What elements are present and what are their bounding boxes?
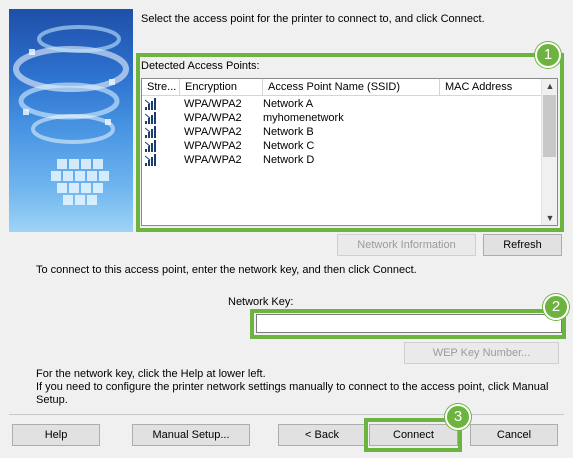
callout-badge-1: 1 [535, 42, 561, 68]
callout-badge-2: 2 [543, 294, 569, 320]
cancel-button[interactable]: Cancel [470, 424, 558, 446]
network-key-label: Network Key: [228, 296, 294, 308]
help-note-line-2: If you need to configure the printer net… [36, 381, 549, 393]
network-information-button[interactable]: Network Information [337, 234, 476, 256]
footer-separator [9, 414, 564, 415]
help-note-line-1: For the network key, click the Help at l… [36, 368, 266, 380]
setup-illustration [9, 9, 133, 232]
back-button[interactable]: < Back [278, 424, 366, 446]
highlight-box-access-points [136, 53, 564, 232]
instruction-text: Select the access point for the printer … [141, 13, 485, 25]
manual-setup-button[interactable]: Manual Setup... [132, 424, 250, 446]
help-note-line-3: Setup. [36, 394, 68, 406]
network-key-instruction: To connect to this access point, enter t… [36, 264, 417, 276]
callout-badge-3: 3 [445, 404, 471, 430]
help-button[interactable]: Help [12, 424, 100, 446]
highlight-box-network-key [250, 309, 566, 339]
wep-key-number-button[interactable]: WEP Key Number... [404, 342, 559, 364]
refresh-button[interactable]: Refresh [483, 234, 562, 256]
